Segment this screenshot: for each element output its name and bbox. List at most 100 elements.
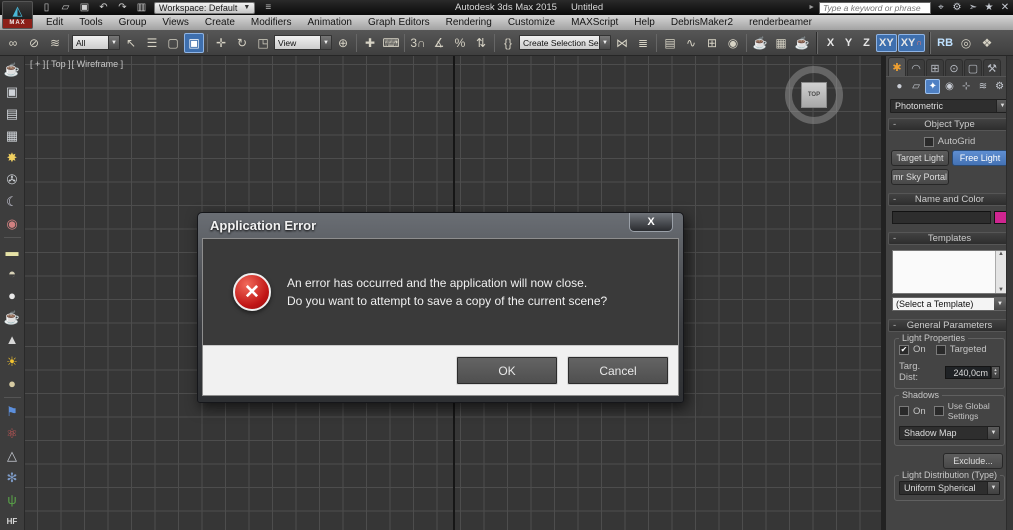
eye-tool-icon[interactable]: ◎ — [956, 33, 976, 53]
autogrid-checkbox[interactable] — [923, 136, 934, 147]
menu-animation[interactable]: Animation — [299, 15, 359, 30]
free-light-button[interactable]: Free Light — [952, 150, 1008, 166]
render-teapot-icon[interactable]: ☕ — [2, 59, 23, 80]
angle-snap-icon[interactable]: ∡ — [429, 33, 449, 53]
disc-primitive-icon[interactable]: ● — [2, 373, 23, 394]
menu-modifiers[interactable]: Modifiers — [243, 15, 300, 30]
category-spacewarps[interactable]: ≋ — [976, 79, 991, 94]
tab-display[interactable]: ▢ — [964, 59, 982, 76]
use-pivot-center-icon[interactable]: ⊕ — [333, 33, 353, 53]
selection-set-dropdown[interactable]: Create Selection Se ▼ — [519, 35, 611, 50]
templates-listbox[interactable]: ▲ ▼ — [892, 250, 1007, 294]
select-and-scale-icon[interactable]: ◳ — [253, 33, 273, 53]
light-on-checkbox[interactable]: ✔ — [899, 344, 909, 355]
menu-customize[interactable]: Customize — [500, 15, 563, 30]
template-select-dropdown[interactable]: (Select a Template) ▼ — [892, 297, 1007, 311]
layer-list-icon[interactable]: ▦ — [2, 125, 23, 146]
save-file-icon[interactable]: ▣ — [78, 2, 91, 13]
menu-group[interactable]: Group — [111, 15, 155, 30]
target-light-button[interactable]: Target Light — [891, 150, 949, 166]
search-input[interactable] — [819, 1, 931, 14]
use-global-settings-checkbox[interactable] — [933, 406, 944, 416]
redo-icon[interactable]: ↷ — [116, 2, 129, 13]
named-selection-sets-icon[interactable]: {} — [498, 33, 518, 53]
axis-xy-snap-button[interactable]: XY ∩ — [897, 33, 926, 52]
material-editor-icon[interactable]: ◉ — [723, 33, 743, 53]
select-by-name-icon[interactable]: ☰ — [142, 33, 162, 53]
menu-maxscript[interactable]: MAXScript — [563, 15, 626, 30]
curve-editor-icon[interactable]: ∿ — [681, 33, 701, 53]
tab-hierarchy[interactable]: ⊞ — [926, 59, 944, 76]
spinner-snap-icon[interactable]: ⇅ — [471, 33, 491, 53]
undo-icon[interactable]: ↶ — [97, 2, 110, 13]
menu-edit[interactable]: Edit — [38, 15, 71, 30]
axis-xy-button[interactable]: XY — [876, 33, 897, 52]
percent-snap-icon[interactable]: % — [450, 33, 470, 53]
shadows-on-checkbox[interactable] — [899, 406, 909, 416]
render-production-icon[interactable]: ☕ — [792, 33, 812, 53]
axis-z-button[interactable]: Z — [858, 34, 875, 52]
plane-primitive-icon[interactable]: ▬ — [2, 241, 23, 262]
light-lister-icon[interactable]: ▤ — [2, 103, 23, 124]
favorites-icon[interactable]: ★ — [983, 2, 995, 13]
signin-icon[interactable]: ➣ — [967, 2, 979, 13]
exclude-button[interactable]: Exclude... — [943, 453, 1003, 469]
flag-icon[interactable]: ⚑ — [2, 401, 23, 422]
scroll-up-icon[interactable]: ▲ — [998, 251, 1004, 257]
workspace-dropdown[interactable]: Workspace: Default ▼ — [154, 1, 256, 14]
ok-button[interactable]: OK — [457, 357, 557, 384]
targ-dist-field[interactable]: 240,0cm — [945, 365, 991, 379]
menu-tools[interactable]: Tools — [71, 15, 110, 30]
dome-primitive-icon[interactable]: ◓ — [2, 263, 23, 284]
keyboard-override-icon[interactable]: ⌨ — [381, 33, 401, 53]
cancel-button[interactable]: Cancel — [568, 357, 668, 384]
select-object-icon[interactable]: ↖ — [121, 33, 141, 53]
rb-plugin-button[interactable]: RB — [935, 34, 955, 52]
scene-explorer-icon[interactable]: ▤ — [660, 33, 680, 53]
film-camera-icon[interactable]: ◉ — [2, 213, 23, 234]
camera-icon[interactable]: ✇ — [2, 169, 23, 190]
molecule-icon[interactable]: ⚛ — [2, 423, 23, 444]
select-and-rotate-icon[interactable]: ↻ — [232, 33, 252, 53]
targeted-checkbox[interactable] — [935, 344, 946, 355]
light-distribution-dropdown[interactable]: Uniform Spherical ▼ — [899, 481, 1000, 495]
dialog-close-button[interactable]: X — [629, 213, 673, 232]
light-bulb-icon[interactable]: ✸ — [2, 147, 23, 168]
tab-utilities[interactable]: ⚒ — [983, 59, 1001, 76]
viewport-view-label[interactable]: [ Top ] — [46, 59, 70, 69]
viewcube-top-face[interactable]: TOP — [801, 82, 827, 108]
menu-renderbeamer[interactable]: renderbeamer — [741, 15, 820, 30]
cone-primitive-icon[interactable]: ▲ — [2, 329, 23, 350]
application-menu-button[interactable]: ◭ MAX — [2, 1, 33, 29]
open-file-icon[interactable]: ▱ — [59, 2, 72, 13]
moon-icon[interactable]: ☾ — [2, 191, 23, 212]
grass-icon[interactable]: ψ — [2, 489, 23, 510]
rollout-general-parameters[interactable]: - General Parameters — [888, 319, 1011, 332]
selection-filter-dropdown[interactable]: All ▼ — [72, 35, 120, 50]
menu-rendering[interactable]: Rendering — [438, 15, 500, 30]
shadow-map-dropdown[interactable]: Shadow Map ▼ — [899, 426, 1000, 440]
schematic-view-icon[interactable]: ⊞ — [702, 33, 722, 53]
sun-icon[interactable]: ☀ — [2, 351, 23, 372]
toolbar-options-icon[interactable]: ≡ — [265, 2, 271, 13]
rendered-frame-icon[interactable]: ▦ — [771, 33, 791, 53]
select-and-move-icon[interactable]: ✛ — [211, 33, 231, 53]
exchange-icon[interactable]: ✕ — [999, 2, 1011, 13]
category-cameras[interactable]: ◉ — [942, 79, 957, 94]
align-icon[interactable]: ≣ — [633, 33, 653, 53]
paste-icon[interactable]: ▥ — [135, 2, 148, 13]
category-shapes[interactable]: ▱ — [909, 79, 924, 94]
view-cube[interactable]: TOP — [785, 66, 843, 124]
object-name-input[interactable] — [892, 211, 991, 224]
teapot-primitive-icon[interactable]: ☕ — [2, 307, 23, 328]
panel-scrollbar[interactable] — [1006, 56, 1013, 530]
templates-scrollbar[interactable]: ▲ ▼ — [995, 251, 1006, 293]
viewport-shading-label[interactable]: [ Wireframe ] — [72, 59, 124, 69]
rollout-name-color[interactable]: - Name and Color — [888, 193, 1011, 206]
tab-motion[interactable]: ⊙ — [945, 59, 963, 76]
select-and-manipulate-icon[interactable]: ✚ — [360, 33, 380, 53]
window-crossing-icon[interactable]: ▣ — [184, 32, 204, 53]
rendered-frame-window-icon[interactable]: ▣ — [2, 81, 23, 102]
camera-rig-icon[interactable]: △ — [2, 445, 23, 466]
mirror-icon[interactable]: ⋈ — [612, 33, 632, 53]
